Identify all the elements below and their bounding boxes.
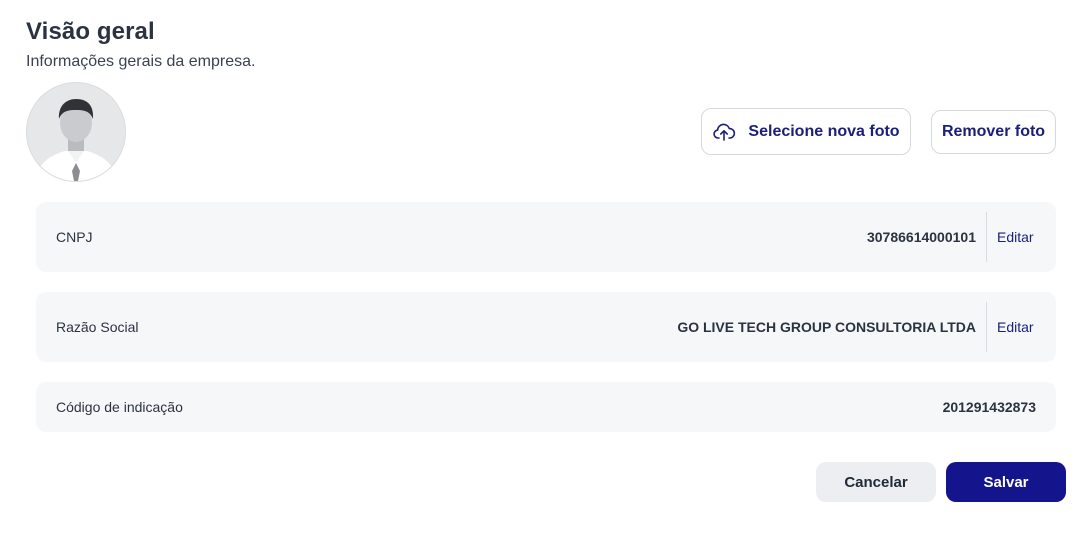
- company-overview-page: Visão geral Informações gerais da empres…: [0, 0, 1090, 541]
- field-value-codigo-indicacao: 201291432873: [942, 399, 1036, 415]
- select-new-photo-button[interactable]: Selecione nova foto: [701, 108, 911, 155]
- field-value-razao-social: GO LIVE TECH GROUP CONSULTORIA LTDA: [677, 319, 976, 335]
- company-avatar: [26, 82, 126, 182]
- field-divider: [986, 212, 987, 262]
- field-divider: [986, 302, 987, 352]
- cancel-button[interactable]: Cancelar: [816, 462, 936, 502]
- field-value-cnpj: 30786614000101: [866, 229, 976, 245]
- page-subtitle: Informações gerais da empresa.: [26, 53, 256, 70]
- page-title: Visão geral: [26, 18, 155, 45]
- field-label-codigo-indicacao: Código de indicação: [56, 399, 183, 415]
- field-row-codigo-indicacao: Código de indicação 201291432873: [36, 382, 1056, 432]
- save-button[interactable]: Salvar: [946, 462, 1066, 502]
- user-placeholder-icon: [27, 83, 125, 181]
- cloud-upload-icon: [712, 120, 736, 144]
- field-label-cnpj: CNPJ: [56, 229, 93, 245]
- edit-cnpj-link[interactable]: Editar: [997, 229, 1034, 245]
- remove-photo-button[interactable]: Remover foto: [931, 110, 1056, 154]
- edit-razao-social-link[interactable]: Editar: [997, 319, 1034, 335]
- field-row-razao-social: Razão Social GO LIVE TECH GROUP CONSULTO…: [36, 292, 1056, 362]
- field-label-razao-social: Razão Social: [56, 319, 139, 335]
- field-row-cnpj: CNPJ 30786614000101 Editar: [36, 202, 1056, 272]
- select-new-photo-label: Selecione nova foto: [748, 122, 900, 140]
